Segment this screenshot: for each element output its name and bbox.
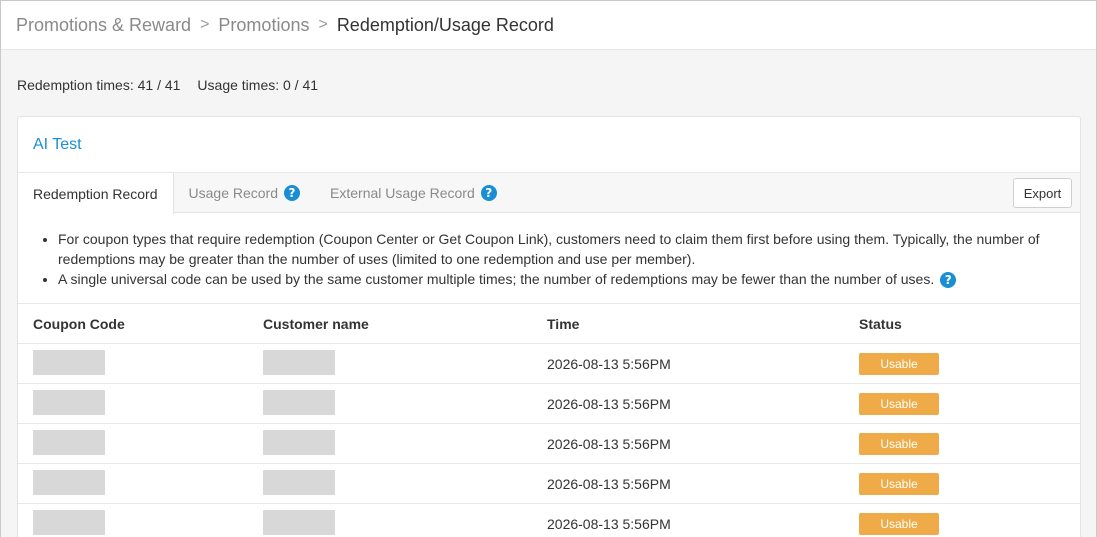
help-icon[interactable]: ? [480, 184, 497, 201]
customer-name-cell [263, 469, 547, 498]
breadcrumb-promotions[interactable]: Promotions [218, 15, 309, 36]
export-button[interactable]: Export [1013, 178, 1072, 208]
time-cell: 2026-08-13 5:56PM [547, 355, 671, 372]
info-notes: For coupon types that require redemption… [18, 213, 1080, 304]
redacted-customer-name [263, 349, 335, 375]
redacted-customer-name [263, 509, 335, 535]
table-row: 2026-08-13 5:56PM Usable [18, 384, 1080, 424]
note-item: A single universal code can be used by t… [58, 269, 1080, 289]
breadcrumb-separator: > [200, 16, 210, 33]
note-item: For coupon types that require redemption… [58, 229, 1080, 269]
status-badge: Usable [859, 352, 939, 375]
status-badge: Usable [859, 472, 939, 495]
promotion-title: AI Test [18, 117, 1080, 173]
table-row: 2026-08-13 5:56PM Usable [18, 504, 1080, 537]
tab-label: External Usage Record [330, 184, 475, 201]
record-tabs: Redemption Record Usage Record ? Externa… [18, 173, 1080, 214]
time-cell: 2026-08-13 5:56PM [547, 515, 671, 532]
tab-label: Usage Record [188, 184, 279, 201]
note-text: For coupon types that require redemption… [58, 231, 1040, 267]
table-row: 2026-08-13 5:56PM Usable [18, 344, 1080, 384]
breadcrumb-promotions-reward[interactable]: Promotions & Reward [16, 15, 191, 36]
status-badge: Usable [859, 392, 939, 415]
redacted-coupon-code [33, 349, 105, 375]
customer-name-cell [263, 389, 547, 418]
column-header-time: Time [547, 315, 580, 332]
redacted-customer-name [263, 429, 335, 455]
usage-times: Usage times: 0 / 41 [197, 77, 319, 93]
status-cell: Usable [859, 512, 1059, 535]
customer-name-cell [263, 429, 547, 458]
time-cell: 2026-08-13 5:56PM [547, 475, 671, 492]
time-cell: 2026-08-13 5:56PM [547, 395, 671, 412]
time-cell: 2026-08-13 5:56PM [547, 435, 671, 452]
redacted-customer-name [263, 389, 335, 415]
table-row: 2026-08-13 5:56PM Usable [18, 424, 1080, 464]
column-header-coupon-code: Coupon Code [33, 315, 125, 332]
redacted-coupon-code [33, 509, 105, 535]
help-icon[interactable]: ? [284, 184, 301, 201]
redacted-coupon-code [33, 469, 105, 495]
table-header: Coupon Code Customer name Time Status [18, 304, 1080, 344]
redacted-customer-name [263, 469, 335, 495]
redacted-coupon-code [33, 429, 105, 455]
status-badge: Usable [859, 432, 939, 455]
column-header-status: Status [859, 315, 902, 332]
redemption-times: Redemption times: 41 / 41 [17, 77, 181, 93]
coupon-code-cell [18, 469, 263, 498]
column-header-customer-name: Customer name [263, 315, 369, 332]
coupon-code-cell [18, 429, 263, 458]
coupon-code-cell [18, 349, 263, 378]
note-text: A single universal code can be used by t… [58, 271, 935, 287]
tab-redemption-record[interactable]: Redemption Record [18, 173, 174, 214]
app-window: Promotions & Reward > Promotions > Redem… [0, 0, 1097, 537]
status-cell: Usable [859, 472, 1059, 495]
coupon-code-cell [18, 389, 263, 418]
customer-name-cell [263, 509, 547, 537]
tab-external-usage-record[interactable]: External Usage Record ? [315, 173, 512, 212]
breadcrumb: Promotions & Reward > Promotions > Redem… [1, 1, 1096, 50]
help-icon[interactable]: ? [940, 272, 957, 288]
breadcrumb-current-page: Redemption/Usage Record [336, 14, 554, 35]
customer-name-cell [263, 349, 547, 378]
usage-summary: Redemption times: 41 / 41 Usage times: 0… [17, 77, 318, 93]
redacted-coupon-code [33, 389, 105, 415]
tab-label: Redemption Record [33, 185, 158, 202]
status-badge: Usable [859, 512, 939, 535]
status-cell: Usable [859, 392, 1059, 415]
tab-usage-record[interactable]: Usage Record ? [174, 173, 316, 212]
coupon-code-cell [18, 509, 263, 537]
status-cell: Usable [859, 352, 1059, 375]
status-cell: Usable [859, 432, 1059, 455]
record-card: AI Test Redemption Record Usage Record ?… [17, 116, 1081, 537]
table-row: 2026-08-13 5:56PM Usable [18, 464, 1080, 504]
breadcrumb-separator: > [318, 16, 328, 33]
